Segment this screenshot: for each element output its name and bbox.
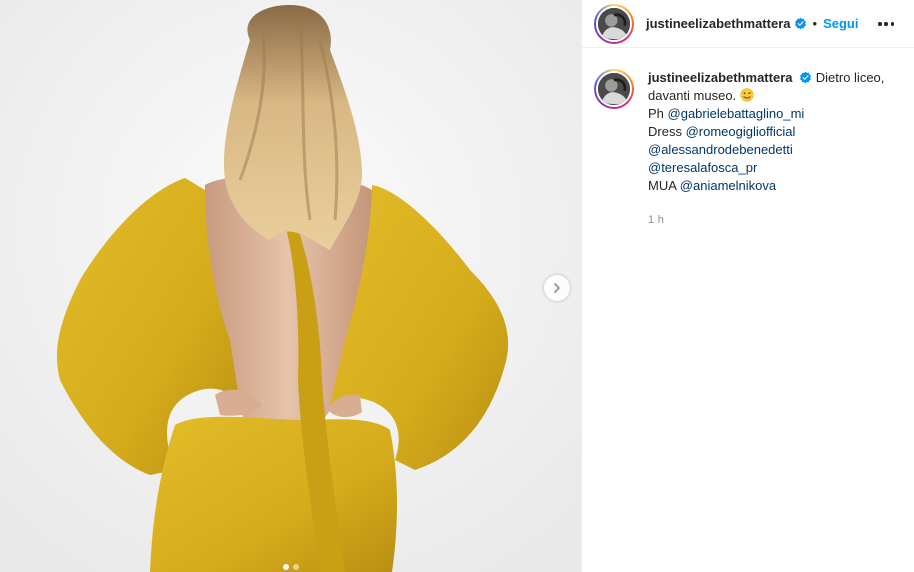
instagram-post: justineelizabethmattera • Segui justinee… — [0, 0, 914, 572]
mention-link[interactable]: @alessandrodebenedetti — [648, 142, 793, 157]
post-timestamp[interactable]: 1 h — [648, 211, 888, 229]
carousel-dot — [292, 564, 299, 570]
credit-line: Ph @gabrielebattaglino_mi — [648, 106, 805, 121]
caption-avatar[interactable] — [594, 69, 634, 109]
caption-text-1: Dietro liceo, — [815, 70, 885, 85]
winking-face-with-tongue-icon — [740, 88, 754, 102]
verified-badge-icon — [800, 71, 812, 84]
credit-line: @alessandrodebenedetti — [648, 141, 888, 159]
caption-username[interactable]: justineelizabethmattera — [648, 70, 793, 85]
mention-link[interactable]: @romeogigliofficial — [686, 124, 796, 139]
more-options-button[interactable] — [878, 17, 894, 31]
mention-link[interactable]: @gabrielebattaglino_mi — [668, 106, 805, 121]
more-dots-icon — [878, 22, 882, 26]
post-side-panel: justineelizabethmattera • Segui justinee… — [581, 0, 914, 572]
caption-first-line: justineelizabethmattera Dietro liceo, — [648, 69, 888, 87]
caption-text-2: davanti museo. — [648, 88, 737, 103]
verified-badge-icon — [794, 17, 806, 30]
carousel-dot-active — [282, 564, 289, 570]
post-header: justineelizabethmattera • Segui — [582, 0, 914, 48]
mention-link[interactable]: @aniamelnikova — [680, 178, 776, 193]
header-username[interactable]: justineelizabethmattera — [646, 16, 791, 31]
credit-line: Dress @romeogigliofficial — [648, 124, 796, 139]
credit-line: @teresalafosca_pr — [648, 159, 888, 177]
avatar-image — [598, 7, 630, 40]
avatar[interactable] — [594, 3, 634, 44]
chevron-right-icon — [554, 283, 560, 293]
post-photo — [0, 0, 581, 572]
caption-body: justineelizabethmattera Dietro liceo, da… — [648, 69, 888, 229]
post-media[interactable] — [0, 0, 581, 572]
carousel-indicator — [0, 564, 581, 570]
follow-button[interactable]: Segui — [823, 16, 858, 31]
credit-line: MUA @aniamelnikova — [648, 178, 777, 193]
caption-comment: justineelizabethmattera Dietro liceo, da… — [582, 48, 914, 229]
mention-link[interactable]: @teresalafosca_pr — [648, 160, 757, 175]
header-separator: • — [812, 16, 818, 31]
avatar-image — [598, 73, 630, 105]
carousel-next-button[interactable] — [544, 275, 570, 301]
caption-second-line: davanti museo. — [648, 87, 888, 105]
